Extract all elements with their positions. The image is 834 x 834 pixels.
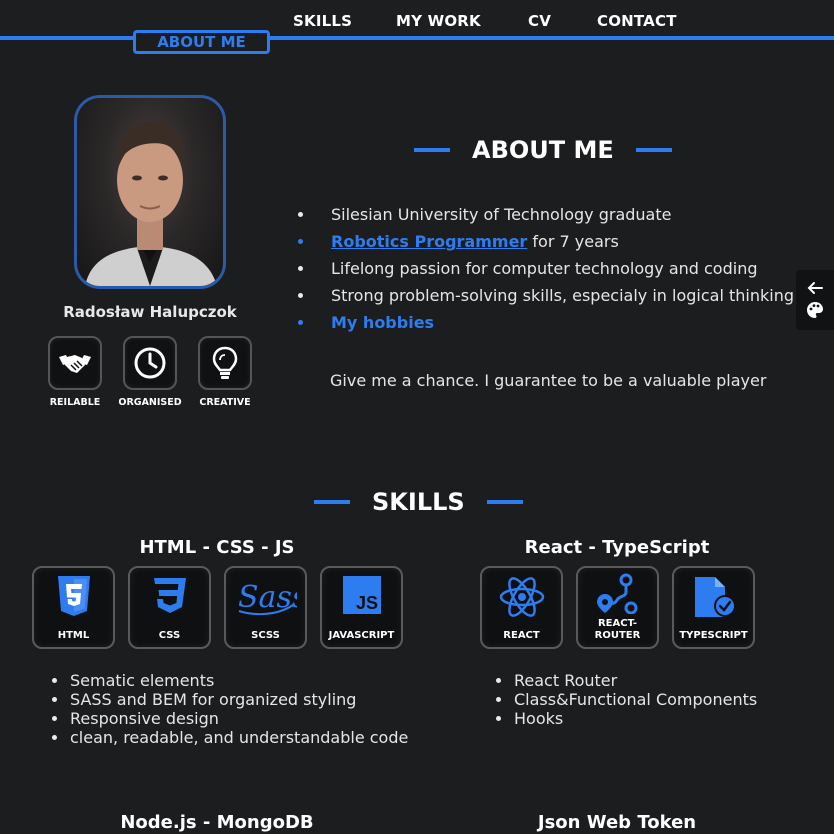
list-item: Hooks — [494, 709, 757, 728]
list-item: Class&Functional Components — [494, 690, 757, 709]
title-dash-right — [635, 148, 672, 152]
skill-group-title-react: React - TypeScript — [524, 537, 710, 558]
nav-skills[interactable]: SKILLS — [293, 12, 352, 30]
about-item-text: Strong problem-solving skills, especialy… — [331, 286, 794, 305]
nav-contact[interactable]: CONTACT — [597, 12, 677, 30]
react-skill-list: React Router Class&Functional Components… — [494, 671, 757, 728]
nav-cv[interactable]: CV — [528, 12, 551, 30]
trait-label-creative: CREATIVE — [199, 397, 251, 408]
skill-group-title-html: HTML - CSS - JS — [139, 537, 295, 558]
list-item: SASS and BEM for organized styling — [50, 690, 408, 709]
about-list: Silesian University of Technology gradua… — [298, 201, 794, 336]
nav-underline — [0, 36, 834, 40]
side-widget — [796, 270, 834, 330]
skill-css: CSS — [128, 566, 211, 649]
skill-label: REACT- ROUTER — [594, 618, 641, 641]
sass-icon: Sass — [238, 580, 297, 616]
list-item: Silesian University of Technology gradua… — [298, 201, 794, 228]
about-item-text: Lifelong passion for computer technology… — [331, 259, 758, 278]
about-section-title: ABOUT ME — [414, 136, 672, 164]
skills-title-text: SKILLS — [372, 488, 465, 516]
skill-group-title-jwt: Json Web Token — [537, 812, 697, 833]
about-item-text: for 7 years — [527, 232, 619, 251]
arrow-left-icon[interactable] — [807, 281, 823, 295]
list-item: Lifelong passion for computer technology… — [298, 255, 794, 282]
list-item: Sematic elements — [50, 671, 408, 690]
list-item: clean, readable, and understandable code — [50, 728, 408, 747]
skill-label: HTML — [57, 630, 90, 641]
skill-label: REACT — [503, 630, 540, 641]
list-item: My hobbies — [298, 309, 794, 336]
skill-label: JAVASCRIPT — [328, 630, 395, 641]
react-icon — [499, 577, 544, 617]
lightbulb-icon — [212, 346, 238, 379]
skill-typescript: TYPESCRIPT — [672, 566, 755, 649]
skill-html: HTML — [32, 566, 115, 649]
trait-organised — [123, 336, 177, 390]
svg-text:JS: JS — [356, 593, 378, 613]
about-tagline: Give me a chance. I guarantee to be a va… — [330, 371, 767, 390]
skill-label: CSS — [158, 630, 181, 641]
skill-react-router: REACT- ROUTER — [576, 566, 659, 649]
javascript-icon: JS — [342, 576, 381, 614]
svg-text:Sass: Sass — [238, 580, 297, 615]
html5-icon — [57, 576, 90, 616]
title-dash-left — [414, 148, 450, 152]
skill-label: TYPESCRIPT — [679, 630, 748, 641]
person-portrait-icon — [85, 122, 217, 286]
about-title-text: ABOUT ME — [472, 136, 614, 164]
list-item: Robotics Programmer for 7 years — [298, 228, 794, 255]
my-hobbies-link[interactable]: My hobbies — [331, 313, 434, 332]
profile-photo — [74, 95, 226, 289]
profile-name: Radosław Halupczok — [63, 303, 237, 321]
skill-react: REACT — [480, 566, 563, 649]
skill-group-title-node: Node.js - MongoDB — [120, 812, 314, 833]
palette-icon[interactable] — [806, 301, 824, 319]
list-item: React Router — [494, 671, 757, 690]
list-item: Strong problem-solving skills, especialy… — [298, 282, 794, 309]
skill-scss: Sass SCSS — [224, 566, 307, 649]
css3-icon — [153, 578, 186, 613]
about-item-text: Silesian University of Technology gradua… — [331, 205, 672, 224]
title-dash-right — [486, 500, 523, 504]
top-nav: SKILLS MY WORK CV CONTACT — [0, 0, 834, 40]
trait-creative — [198, 336, 252, 390]
clock-icon — [134, 347, 166, 379]
html-skill-list: Sematic elements SASS and BEM for organi… — [50, 671, 408, 747]
handshake-icon — [59, 355, 91, 373]
list-item: Responsive design — [50, 709, 408, 728]
robotics-programmer-link[interactable]: Robotics Programmer — [331, 232, 527, 251]
title-dash-left — [314, 500, 350, 504]
typescript-file-icon — [694, 577, 736, 617]
react-router-icon — [596, 573, 637, 614]
skills-section-title: SKILLS — [314, 488, 523, 516]
nav-my-work[interactable]: MY WORK — [396, 12, 481, 30]
nav-about-me-active[interactable]: ABOUT ME — [133, 30, 270, 54]
skill-javascript: JS JAVASCRIPT — [320, 566, 403, 649]
trait-reliable — [48, 336, 102, 390]
skill-label: SCSS — [251, 630, 280, 641]
